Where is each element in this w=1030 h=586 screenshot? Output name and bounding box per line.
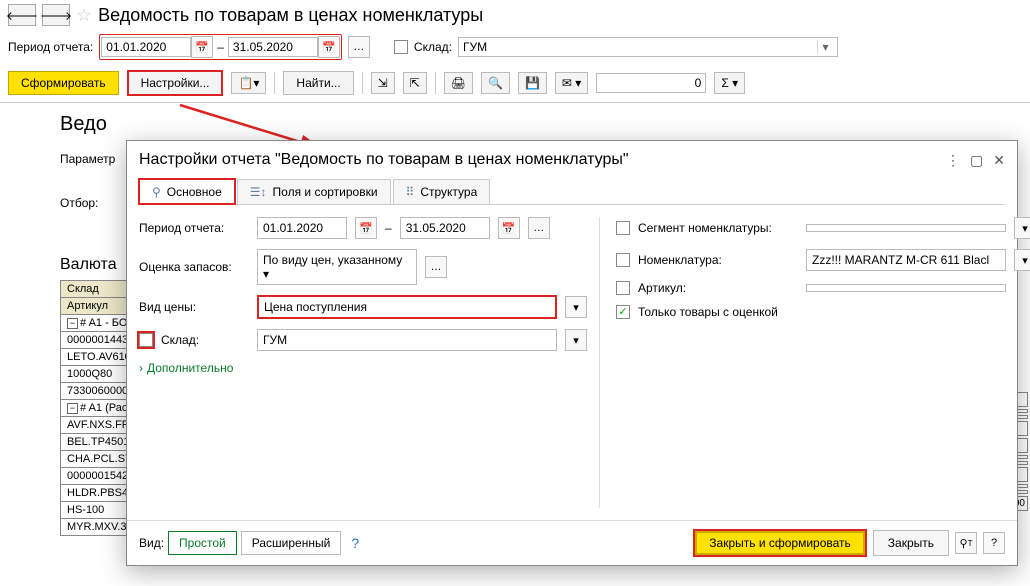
tree-collapse-icon[interactable]: − — [67, 318, 78, 329]
tab-main[interactable]: ⚲ Основное — [139, 179, 235, 204]
tab-structure[interactable]: ⠿ Структура — [393, 179, 491, 204]
chevron-right-icon: › — [139, 361, 143, 375]
period-dash: – — [213, 40, 228, 54]
dlg-artikul-label: Артикул: — [638, 281, 798, 295]
dlg-sklad-dropdown[interactable]: ▾ — [565, 329, 587, 351]
dlg-more-link[interactable]: › Дополнительно — [139, 361, 233, 375]
dialog-title: Настройки отчета "Ведомость по товарам в… — [139, 151, 629, 169]
date-to-input[interactable]: 31.05.2020 — [228, 37, 318, 57]
print-button[interactable]: 🖨 — [444, 72, 473, 94]
period-picker-button[interactable]: … — [348, 36, 370, 58]
period-label: Период отчета: — [8, 40, 93, 54]
help-icon[interactable]: ? — [351, 535, 359, 551]
dlg-segment-checkbox[interactable] — [616, 221, 630, 235]
date-from-input[interactable]: 01.01.2020 — [101, 37, 191, 57]
filter-options-button[interactable]: ⚲T — [955, 532, 977, 554]
dlg-price-type-select[interactable]: Цена поступления — [257, 295, 557, 319]
dlg-nomen-select[interactable]: Zzz!!! MARANTZ M-CR 611 Blacl — [806, 249, 1006, 271]
dlg-calendar-to-icon[interactable]: 📅 — [498, 217, 520, 239]
nav-back-button[interactable]: 🡐 — [8, 4, 36, 26]
dlg-price-type-dropdown[interactable]: ▾ — [565, 296, 587, 318]
dlg-eval-select[interactable]: По виду цен, указанному ▾ — [257, 249, 417, 285]
dlg-date-from[interactable]: 01.01.2020 — [257, 217, 347, 239]
dlg-sklad-checkbox[interactable] — [139, 333, 153, 347]
sklad-label: Склад: — [414, 40, 452, 54]
dialog-maximize-icon[interactable]: ▢ — [970, 152, 983, 169]
help-button[interactable]: ? — [983, 532, 1005, 554]
dlg-period-picker-button[interactable]: … — [528, 217, 550, 239]
clipboard-button[interactable]: 📋▾ — [231, 72, 266, 94]
dlg-artikul-checkbox[interactable] — [616, 281, 630, 295]
dlg-eval-label: Оценка запасов: — [139, 260, 249, 274]
tree-collapse-icon-2[interactable]: − — [67, 403, 78, 414]
dlg-calendar-from-icon[interactable]: 📅 — [355, 217, 377, 239]
dlg-eval-more-button[interactable]: … — [425, 256, 447, 278]
sklad-value: ГУМ — [463, 40, 817, 54]
dlg-artikul-input[interactable] — [806, 284, 1006, 292]
dlg-nomen-checkbox[interactable] — [616, 253, 630, 267]
dlg-view-simple-button[interactable]: Простой — [168, 531, 237, 555]
generate-button[interactable]: Сформировать — [8, 71, 119, 95]
dlg-only-eval-label: Только товары с оценкой — [638, 305, 778, 319]
dlg-nomen-label: Номенклатура: — [638, 253, 798, 267]
collapse-all-button[interactable]: ⇱ — [403, 72, 427, 94]
close-and-generate-button[interactable]: Закрыть и сформировать — [693, 529, 867, 557]
favorite-star-icon[interactable]: ☆ — [76, 5, 92, 26]
dialog-more-icon[interactable]: ⋮ — [946, 152, 960, 169]
page-title: Ведомость по товарам в ценах номенклатур… — [98, 5, 483, 26]
sigma-button[interactable]: Σ ▾ — [714, 72, 745, 94]
dlg-sklad-label: Склад: — [161, 333, 249, 347]
settings-button[interactable]: Настройки... — [127, 70, 224, 96]
counter-field[interactable]: 0 — [596, 73, 706, 93]
email-button[interactable]: ✉ ▾ — [555, 72, 588, 94]
sort-icon: ☰↕ — [250, 185, 267, 199]
dlg-view-advanced-button[interactable]: Расширенный — [241, 531, 342, 555]
dlg-segment-select[interactable] — [806, 224, 1006, 232]
sklad-select[interactable]: ГУМ ▾ — [458, 37, 838, 57]
dlg-only-eval-checkbox[interactable] — [616, 305, 630, 319]
dlg-segment-label: Сегмент номенклатуры: — [638, 221, 798, 235]
nav-forward-button[interactable]: 🡒 — [42, 4, 70, 26]
dlg-sklad-select[interactable]: ГУМ — [257, 329, 557, 351]
calendar-from-icon[interactable]: 📅 — [191, 36, 213, 58]
preview-button[interactable]: 🔍 — [481, 72, 510, 94]
dlg-price-type-label: Вид цены: — [139, 300, 249, 314]
dlg-date-to[interactable]: 31.05.2020 — [400, 217, 490, 239]
tree-icon: ⠿ — [406, 185, 415, 199]
find-button[interactable]: Найти... — [283, 71, 353, 95]
dialog-close-icon[interactable]: ✕ — [993, 152, 1005, 169]
dlg-nomen-dropdown[interactable]: ▾ — [1014, 249, 1030, 271]
close-button[interactable]: Закрыть — [873, 530, 949, 556]
calendar-to-icon[interactable]: 📅 — [318, 36, 340, 58]
filter-icon: ⚲ — [152, 185, 161, 199]
expand-all-button[interactable]: ⇲ — [371, 72, 395, 94]
dlg-period-label: Период отчета: — [139, 221, 249, 235]
tab-fields[interactable]: ☰↕ Поля и сортировки — [237, 179, 391, 204]
settings-dialog: Настройки отчета "Ведомость по товарам в… — [126, 140, 1018, 566]
dlg-segment-dropdown[interactable]: ▾ — [1014, 217, 1030, 239]
chevron-down-icon: ▾ — [817, 40, 833, 54]
dlg-view-label: Вид: — [139, 536, 164, 550]
report-title: Ведо — [20, 103, 1030, 136]
period-box: 01.01.2020 📅 – 31.05.2020 📅 — [99, 34, 342, 60]
sklad-checkbox[interactable] — [394, 40, 408, 54]
save-button[interactable]: 💾 — [518, 72, 547, 94]
